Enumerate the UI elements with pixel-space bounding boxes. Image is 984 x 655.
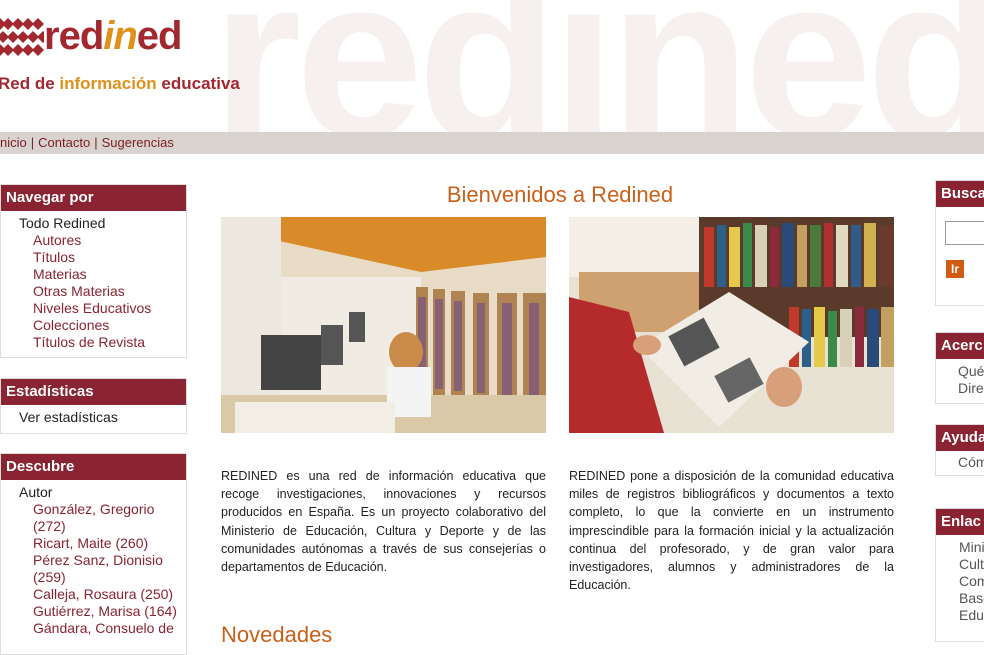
discover-item[interactable]: Ricart, Maite (260) [33, 535, 148, 551]
discover-list: Autor González, Gregorio (272) Ricart, M… [1, 480, 186, 641]
stats-box-title: Estadísticas [1, 379, 186, 405]
news-heading: Novedades [221, 622, 333, 647]
logo-prefix: red [44, 14, 104, 58]
discover-item[interactable]: González, Gregorio (272) [33, 501, 154, 534]
browse-item-otras-materias[interactable]: Otras Materias [33, 283, 125, 299]
nav-separator: | [94, 135, 98, 150]
browse-all-link[interactable]: Todo Redined [1, 215, 186, 232]
about-item[interactable]: Dire [936, 380, 984, 397]
logo-wordmark[interactable]: redined [44, 14, 183, 59]
header-watermark: redined [212, 0, 984, 132]
intro-paragraph-1: REDINED es una red de información educat… [221, 469, 546, 575]
intro-paragraph-2: REDINED pone a disposición de la comunid… [569, 469, 894, 593]
links-box: Enlac Mini Cult Com Base Edu [935, 508, 984, 642]
discover-box: Descubre Autor González, Gregorio (272) … [0, 453, 187, 655]
browse-item-colecciones[interactable]: Colecciones [33, 317, 109, 333]
tagline-part-c: educativa [156, 74, 240, 93]
about-box-title: Acerc [936, 333, 984, 359]
browse-item-niveles[interactable]: Niveles Educativos [33, 300, 151, 316]
about-box: Acerc Qué Dire [935, 332, 984, 404]
page-title: Bienvenidos a Redined [446, 182, 674, 207]
help-box: Ayuda Cóm [935, 424, 984, 476]
browse-item-autores[interactable]: Autores [33, 232, 81, 248]
links-box-title: Enlac [936, 509, 984, 535]
browse-list: Todo Redined Autores Títulos Materias Ot… [1, 211, 186, 355]
links-item[interactable]: Cult [936, 556, 984, 573]
links-item[interactable]: Base [936, 590, 984, 607]
about-item[interactable]: Qué [936, 363, 984, 380]
discover-item[interactable]: Gutiérrez, Marisa (164) [33, 603, 177, 619]
links-item[interactable]: Com [936, 573, 984, 590]
browse-box-title: Navegar por [1, 185, 186, 211]
browse-item-materias[interactable]: Materias [33, 266, 87, 282]
discover-item[interactable]: Pérez Sanz, Dionisio (259) [33, 552, 163, 585]
links-item[interactable]: Mini [936, 539, 984, 556]
discover-group-label: Autor [19, 484, 53, 500]
browse-box: Navegar por Todo Redined Autores Títulos… [0, 184, 187, 358]
library-photo [221, 217, 546, 433]
help-item[interactable]: Cóm [936, 454, 984, 471]
browse-item-revistas[interactable]: Títulos de Revista [33, 334, 145, 350]
reader-photo [569, 217, 894, 433]
discover-item[interactable]: Calleja, Rosaura (250) [33, 586, 173, 602]
nav-link-sugerencias[interactable]: Sugerencias [102, 135, 174, 150]
logo-tagline: Red de información educativa [0, 74, 240, 94]
help-box-title: Ayuda [936, 425, 984, 451]
search-input[interactable] [945, 221, 984, 245]
site-header: redined redined Red de información educa… [0, 0, 984, 132]
logo-grid-icon [0, 18, 44, 56]
logo-mid: in [103, 14, 138, 58]
nav-separator: | [30, 135, 35, 150]
links-item[interactable]: Edu [936, 607, 984, 624]
tagline-part-b: información [59, 74, 157, 93]
search-go-button[interactable]: Ir [946, 260, 964, 278]
browse-item-titulos[interactable]: Títulos [33, 249, 75, 265]
nav-link-contacto[interactable]: Contacto [38, 135, 90, 150]
stats-list: Ver estadísticas [1, 405, 186, 430]
search-box-title: Busca [936, 181, 984, 207]
top-navigation: nicio | Contacto | Sugerencias [0, 132, 984, 154]
logo-suffix: ed [136, 14, 183, 58]
nav-link-inicio[interactable]: nicio [0, 135, 27, 150]
stats-box: Estadísticas Ver estadísticas [0, 378, 187, 434]
tagline-part-a: Red de [0, 74, 60, 93]
discover-item[interactable]: Gándara, Consuelo de [33, 620, 174, 636]
stats-link[interactable]: Ver estadísticas [19, 409, 118, 425]
discover-box-title: Descubre [1, 454, 186, 480]
